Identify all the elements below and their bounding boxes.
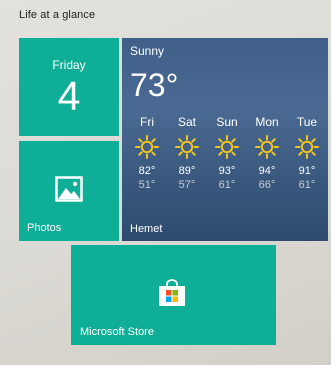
calendar-tile[interactable]: Friday 4 xyxy=(19,38,119,136)
forecast-day-name: Tue xyxy=(296,115,318,129)
forecast-low: 66° xyxy=(258,179,276,191)
forecast-high: 94° xyxy=(258,165,276,177)
calendar-day-number: 4 xyxy=(57,73,81,119)
store-tile[interactable]: Microsoft Store xyxy=(71,245,276,345)
forecast-day-name: Fri xyxy=(140,115,154,129)
forecast-high: 91° xyxy=(298,165,316,177)
sun-icon xyxy=(135,135,159,159)
forecast-day-name: Sat xyxy=(177,115,196,129)
forecast-day: Sun 93° 61° xyxy=(208,115,246,191)
store-bag-icon xyxy=(158,279,186,312)
weather-current-temp: 73° xyxy=(130,67,179,103)
photos-label: Photos xyxy=(27,222,62,234)
forecast-day-name: Sun xyxy=(216,115,238,129)
forecast-high: 93° xyxy=(218,165,236,177)
calendar-day-name: Friday xyxy=(52,58,86,72)
sun-icon xyxy=(215,135,239,159)
forecast-low: 61° xyxy=(218,179,236,191)
weather-tile[interactable]: Sunny 73° Fri 82° 51° Sat 89° 57° Sun 93… xyxy=(122,38,328,241)
sun-icon xyxy=(295,135,319,159)
photos-icon xyxy=(55,176,83,207)
forecast-day-name: Mon xyxy=(255,115,279,129)
weather-condition: Sunny xyxy=(130,44,165,58)
forecast-high: 82° xyxy=(138,165,156,177)
sun-icon xyxy=(175,135,199,159)
store-label: Microsoft Store xyxy=(80,326,154,338)
weather-location: Hemet xyxy=(130,223,163,235)
forecast-low: 51° xyxy=(138,179,156,191)
forecast-low: 57° xyxy=(178,179,196,191)
forecast-day: Mon 94° 66° xyxy=(248,115,286,191)
forecast-day: Sat 89° 57° xyxy=(168,115,206,191)
group-title: Life at a glance xyxy=(19,9,96,21)
sun-icon xyxy=(255,135,279,159)
forecast-high: 89° xyxy=(178,165,196,177)
forecast-day: Fri 82° 51° xyxy=(128,115,166,191)
weather-forecast: Fri 82° 51° Sat 89° 57° Sun 93° 61° Mon … xyxy=(122,115,328,191)
forecast-low: 61° xyxy=(298,179,316,191)
photos-tile[interactable]: Photos xyxy=(19,141,119,241)
forecast-day: Tue 91° 61° xyxy=(288,115,326,191)
